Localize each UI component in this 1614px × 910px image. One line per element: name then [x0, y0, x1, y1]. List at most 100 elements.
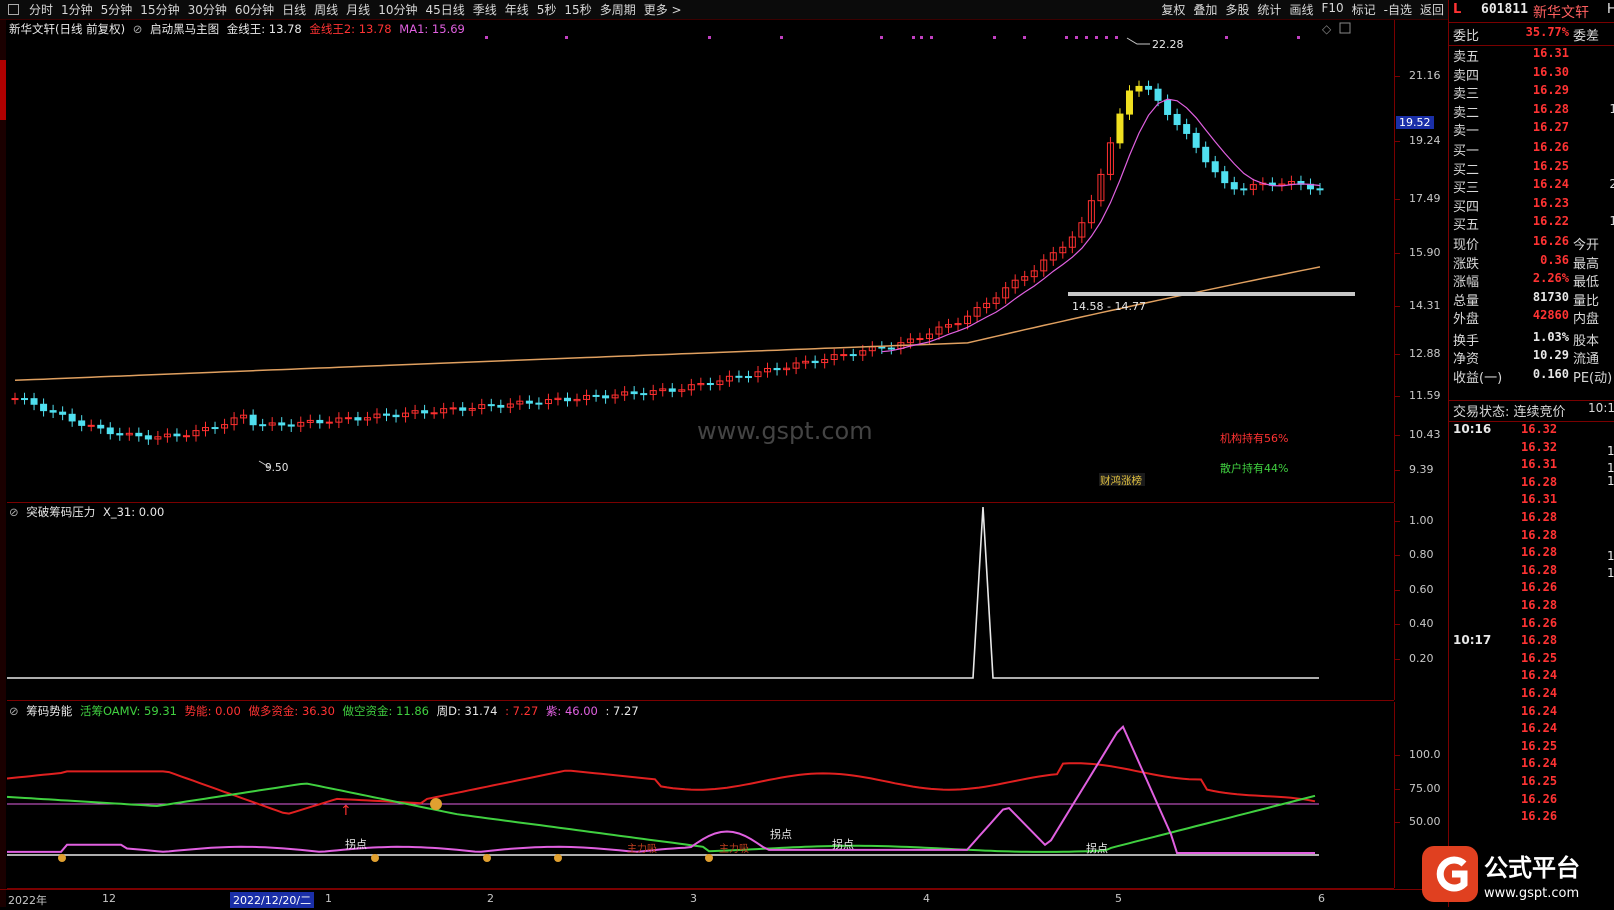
candlestick	[402, 407, 410, 423]
long-moving-average-line	[14, 266, 1321, 382]
stock-code: 601811	[1481, 2, 1528, 17]
turn-point-label: 拐点	[1086, 841, 1108, 855]
candlestick	[163, 428, 171, 443]
tool-button[interactable]: 返回	[1416, 1, 1448, 18]
hand-pointer-icon	[483, 854, 491, 862]
range-label: 14.58 - 14.77	[1072, 300, 1146, 313]
candlestick	[849, 348, 857, 361]
tick-time: 10:16	[1453, 422, 1492, 436]
breakout-pressure-panel[interactable]: ⊘ 突破筹码压力 X_31: 0.00	[7, 503, 1394, 701]
stat-label: 收益(一)	[1453, 370, 1503, 386]
window-toggle-icon[interactable]	[8, 4, 19, 15]
tool-button[interactable]: -自选	[1380, 1, 1416, 18]
candlestick	[1297, 175, 1305, 191]
candlestick	[202, 421, 210, 437]
tool-button[interactable]: 复权	[1157, 1, 1189, 18]
period-tab[interactable]: 季线	[469, 1, 501, 18]
period-tab[interactable]: 日线	[278, 1, 310, 18]
retail-holding: 散户持有44%	[1220, 461, 1288, 475]
period-tab[interactable]: 60分钟	[231, 1, 278, 18]
candlestick	[992, 292, 1000, 310]
tick-price: 16.24	[1521, 756, 1558, 771]
candlestick	[106, 422, 114, 440]
period-tab[interactable]: 15秒	[560, 1, 595, 18]
tick-row: 16.25	[1449, 739, 1614, 757]
signal-dot	[993, 36, 996, 39]
candlestick	[830, 348, 838, 366]
stat-value: 10.29	[1532, 348, 1569, 362]
chip-momentum-chart: 拐点 拐点 拐点 拐点 主力吸 主力吸 ↑	[7, 724, 1319, 862]
period-tab[interactable]: 年线	[501, 1, 533, 18]
hand-pointer-icon	[554, 854, 562, 862]
tick-row: 16.28	[1449, 563, 1614, 581]
candlestick	[1106, 137, 1114, 181]
trade-status-time: 10:1	[1588, 401, 1614, 415]
tick-row: 16.28	[1449, 598, 1614, 616]
ask-row: 卖二 16.28 1	[1449, 102, 1614, 121]
bid-row: 买五 16.22 1	[1449, 214, 1614, 233]
date-label: 2	[487, 892, 494, 905]
gspt-logo: 公式平台 www.gspt.com	[1418, 842, 1614, 906]
period-tab[interactable]: 周线	[310, 1, 342, 18]
candlestick	[1268, 177, 1276, 192]
main-kline-panel[interactable]: 新华文轩(日线 前复权) ⊘ 启动黑马主图 金线王: 13.78 金线王2: 1…	[7, 20, 1394, 503]
period-tab[interactable]: 1分钟	[57, 1, 97, 18]
signal-dot	[880, 36, 883, 39]
kline-chart[interactable]: 14.58 - 14.77 22.28 9.50 www.gspt.com 机构…	[7, 20, 1394, 502]
period-tab[interactable]: 15分钟	[136, 1, 183, 18]
period-tab[interactable]: 30分钟	[184, 1, 231, 18]
period-tab[interactable]: 10分钟	[374, 1, 421, 18]
candlestick	[97, 419, 105, 434]
period-tab[interactable]: 多周期	[596, 1, 640, 18]
candlestick	[1011, 274, 1019, 294]
chip-momentum-panel[interactable]: ⊘ 筹码势能 活筹OAMV: 59.31 势能: 0.00 做多资金: 36.3…	[7, 702, 1394, 889]
period-tab[interactable]: 分时	[25, 1, 57, 18]
tick-price: 16.31	[1521, 457, 1558, 472]
bid-price: 16.23	[1532, 195, 1569, 210]
turn-point-label: 拐点	[770, 827, 792, 841]
period-tab[interactable]: 更多 >	[640, 1, 686, 18]
signal-dot	[930, 36, 933, 39]
candlestick	[1087, 194, 1095, 229]
stat-label: 涨跌	[1453, 256, 1480, 272]
candlestick	[1249, 178, 1257, 196]
candlestick	[525, 395, 533, 410]
candlestick	[678, 383, 686, 398]
candlestick	[382, 408, 390, 422]
candlestick	[1202, 141, 1210, 168]
candlestick	[316, 414, 324, 429]
tool-button[interactable]: 画线	[1285, 1, 1317, 18]
tick-price: 16.28	[1521, 545, 1558, 560]
tool-button[interactable]: 统计	[1253, 1, 1285, 18]
tool-button[interactable]: F10	[1317, 1, 1347, 18]
event-label: 财鸿涨榜	[1100, 474, 1142, 487]
tool-button[interactable]: 标记	[1348, 1, 1380, 18]
tool-button[interactable]: 叠加	[1189, 1, 1221, 18]
candlestick	[716, 375, 724, 391]
tick-price: 16.28	[1521, 633, 1558, 648]
tick-price: 16.28	[1521, 474, 1558, 489]
stat-row: 涨幅 2.26% 最低	[1449, 271, 1614, 290]
period-tab[interactable]: 月线	[342, 1, 374, 18]
candlestick	[497, 399, 505, 414]
selected-date[interactable]: 2022/12/20/二	[230, 892, 315, 908]
candlestick	[1030, 265, 1038, 283]
candlestick	[954, 317, 962, 331]
tool-button[interactable]: 多股	[1221, 1, 1253, 18]
tick-price: 16.24	[1521, 686, 1558, 700]
period-tab[interactable]: 5秒	[533, 1, 561, 18]
candlestick	[544, 393, 552, 410]
period-tab[interactable]: 45日线	[421, 1, 468, 18]
candlestick	[59, 406, 67, 421]
candlestick	[278, 417, 286, 431]
signal-dot	[1085, 36, 1088, 39]
candlestick	[116, 427, 124, 441]
panel-maximize-icon[interactable]	[1339, 22, 1351, 34]
candlestick	[49, 404, 57, 419]
axis-tick-label: 17.49	[1409, 192, 1441, 205]
diamond-icon[interactable]: ◇	[1322, 22, 1332, 36]
period-tab[interactable]: 5分钟	[97, 1, 137, 18]
candlestick	[983, 297, 991, 314]
candlestick	[611, 389, 619, 404]
candlestick	[306, 414, 314, 429]
